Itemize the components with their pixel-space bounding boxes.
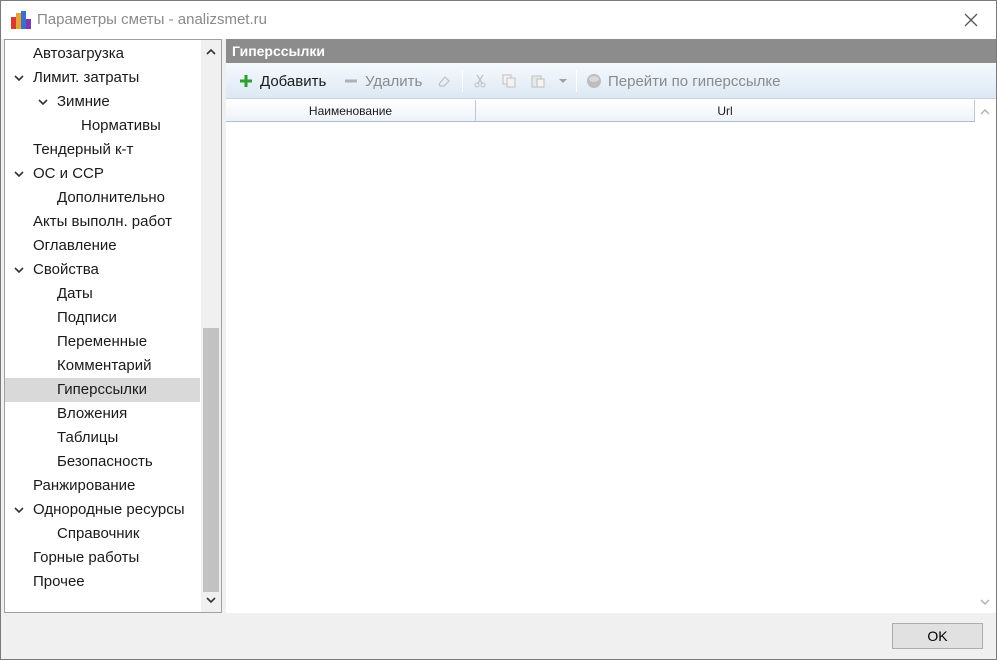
grid-scroll-down-icon[interactable]	[979, 596, 991, 608]
tree-item[interactable]: Дополнительно	[5, 186, 200, 210]
caret-down-icon	[559, 79, 567, 83]
tree-item[interactable]: Оглавление	[5, 234, 200, 258]
column-header-name[interactable]: Наименование	[226, 100, 476, 122]
tree-item[interactable]: Вложения	[5, 402, 200, 426]
chevron-down-icon[interactable]	[13, 168, 25, 180]
tree-item-label: Тендерный к-т	[33, 141, 134, 158]
toolbar-separator	[576, 70, 577, 92]
add-button[interactable]: Добавить	[238, 63, 326, 99]
tree-item-label: Зимние	[57, 93, 110, 110]
chevron-down-icon[interactable]	[37, 96, 49, 108]
tree-item[interactable]: Тендерный к-т	[5, 138, 200, 162]
tree-item[interactable]: ОС и ССР	[5, 162, 200, 186]
tree-item-label: Оглавление	[33, 237, 117, 254]
tree-item-label: Автозагрузка	[33, 45, 124, 62]
panel-title: Гиперссылки	[226, 39, 996, 63]
globe-icon	[586, 73, 602, 89]
clear-button[interactable]	[436, 63, 458, 99]
dialog-window: Параметры сметы - analizsmet.ru Прочее Го…	[0, 0, 997, 660]
add-button-label: Добавить	[260, 72, 327, 90]
goto-hyperlink-button[interactable]: Перейти по гиперссылке	[586, 63, 781, 99]
chevron-down-icon[interactable]	[13, 504, 25, 516]
tree-item[interactable]: Прочее	[5, 570, 200, 594]
tree-scrollbar[interactable]	[201, 40, 221, 612]
goto-hyperlink-label: Перейти по гиперссылке	[608, 72, 781, 90]
paste-button[interactable]	[530, 63, 552, 99]
close-button[interactable]	[950, 1, 992, 39]
tree-item-label: Вложения	[57, 405, 128, 422]
tree-item-label: Подписи	[57, 309, 117, 326]
tree-item[interactable]: Ранжирование	[5, 474, 200, 498]
tree-item-label: Свойства	[33, 261, 99, 278]
tree-item-label: Прочее	[33, 573, 85, 590]
copy-icon	[501, 73, 517, 89]
scroll-up-icon[interactable]	[205, 46, 217, 58]
tree-item-label: Таблицы	[57, 429, 119, 446]
grid-scroll-up-icon[interactable]	[979, 106, 991, 118]
tree-item-label: Даты	[57, 285, 93, 302]
settings-tree[interactable]: Прочее Горные работы Справочник Однородные …	[4, 39, 222, 613]
tree-item[interactable]: Даты	[5, 282, 200, 306]
tree-item-label: Дополнительно	[57, 189, 165, 206]
toolbar-separator	[462, 70, 463, 92]
title-bar[interactable]: Параметры сметы - analizsmet.ru	[1, 1, 996, 39]
tree-scroll-thumb[interactable]	[203, 328, 219, 592]
eraser-icon	[436, 73, 452, 89]
tree-item-label: Лимит. затраты	[33, 69, 140, 86]
tree-item-label: Однородные ресурсы	[33, 501, 185, 518]
tree-item-label: Переменные	[57, 333, 148, 350]
tree-item-label: Горные работы	[33, 549, 140, 566]
tree-item-label: Безопасность	[57, 453, 153, 470]
scissors-icon	[472, 73, 488, 89]
tree-item[interactable]: Однородные ресурсы	[5, 498, 200, 522]
close-icon	[964, 13, 978, 27]
tree-item[interactable]: Комментарий	[5, 354, 200, 378]
chevron-down-icon[interactable]	[13, 264, 25, 276]
tree-item[interactable]: Переменные	[5, 330, 200, 354]
grid-header: Наименование Url	[226, 100, 975, 122]
tree-item-label: ОС и ССР	[33, 165, 104, 182]
paste-dropdown[interactable]	[558, 63, 568, 99]
tree-item[interactable]: Подписи	[5, 306, 200, 330]
tree-item[interactable]: Акты выполн. работ	[5, 210, 200, 234]
tree-item[interactable]: Справочник	[5, 522, 200, 546]
grid-scrollbar[interactable]	[975, 100, 996, 613]
tree-item-label: Гиперссылки	[57, 381, 147, 398]
cut-button[interactable]	[472, 63, 494, 99]
tree-item-label: Ранжирование	[33, 477, 136, 494]
paste-icon	[530, 73, 546, 89]
tree-item[interactable]: Свойства	[5, 258, 200, 282]
chevron-down-icon[interactable]	[13, 72, 25, 84]
toolbar: Добавить Удалить Перейти по гиперссылке	[226, 63, 996, 99]
tree-item[interactable]: Таблицы	[5, 426, 200, 450]
tree-item[interactable]: Безопасность	[5, 450, 200, 474]
tree-item-label: Справочник	[57, 525, 140, 542]
plus-icon	[238, 73, 254, 89]
hyperlinks-grid[interactable]	[226, 122, 975, 613]
copy-button[interactable]	[501, 63, 523, 99]
tree-item-label: Нормативы	[81, 117, 161, 134]
scroll-down-icon[interactable]	[205, 594, 217, 606]
delete-button-label: Удалить	[365, 72, 423, 90]
tree-item[interactable]: Гиперссылки	[5, 378, 200, 402]
ok-button[interactable]: OK	[892, 623, 983, 649]
column-header-url[interactable]: Url	[476, 100, 975, 122]
tree-item[interactable]: Автозагрузка	[5, 42, 200, 66]
tree-item[interactable]: Зимние	[5, 90, 200, 114]
minus-icon	[343, 73, 359, 89]
app-icon	[11, 11, 31, 29]
tree-item[interactable]: Лимит. затраты	[5, 66, 200, 90]
tree-item-label: Комментарий	[57, 357, 152, 374]
tree-item[interactable]: Горные работы	[5, 546, 200, 570]
window-title: Параметры сметы - analizsmet.ru	[37, 11, 267, 28]
hyperlinks-panel: Гиперссылки Добавить Удалить Перейти по …	[226, 39, 996, 613]
tree-item[interactable]: Нормативы	[5, 114, 200, 138]
tree-item-label: Акты выполн. работ	[33, 213, 172, 230]
delete-button[interactable]: Удалить	[343, 63, 422, 99]
